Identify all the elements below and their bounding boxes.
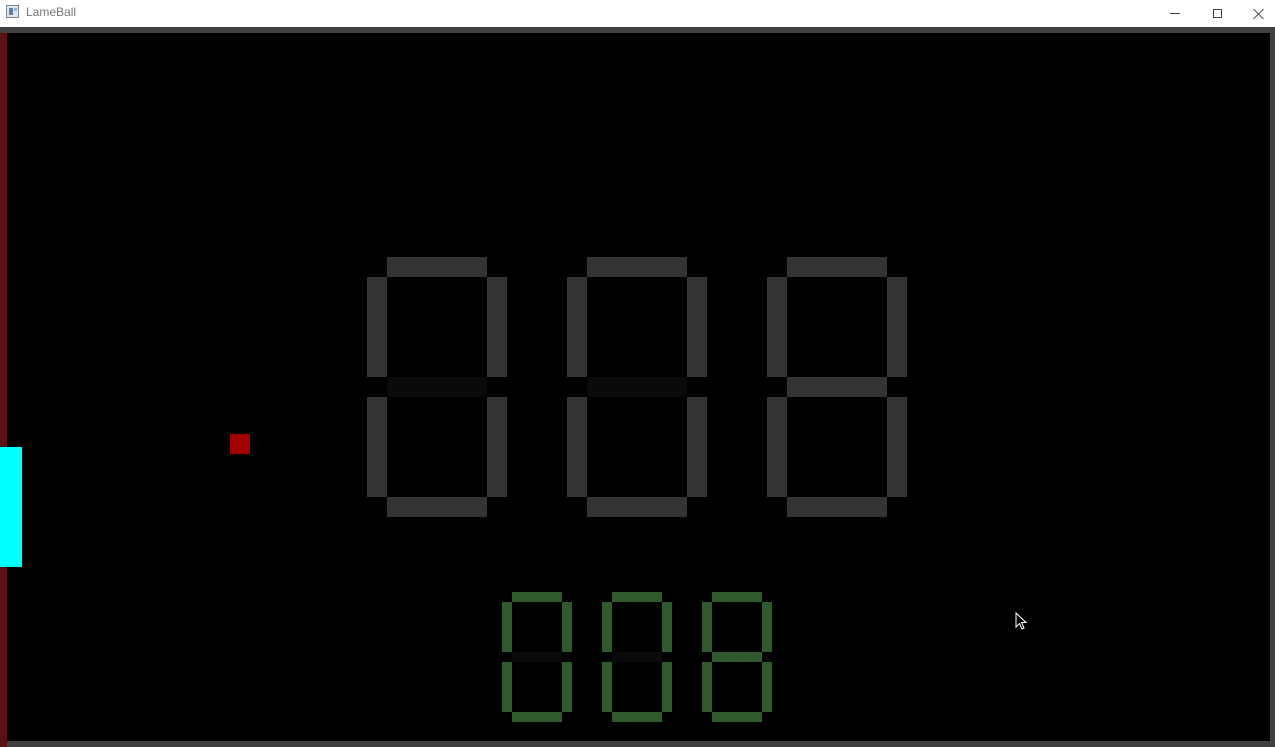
secondary-digit-3-segment-d [712,712,762,722]
window-titlebar[interactable]: LameBall [0,0,1275,27]
score-digit-2-segment-c [687,397,707,497]
player-paddle[interactable] [0,447,22,567]
score-digit-1-segment-b [487,277,507,377]
score-digit-2-segment-b [687,277,707,377]
score-digit-2-segment-f [567,277,587,377]
secondary-digit-3-segment-g [712,652,762,662]
score-digit-1-segment-a [387,257,487,277]
secondary-digit-3-segment-f [702,602,712,652]
secondary-digit-1-segment-b [562,602,572,652]
close-icon [1253,8,1265,20]
app-window-icon [6,5,19,18]
secondary-digit-3-segment-c [762,662,772,712]
secondary-digit-2-segment-a [612,592,662,602]
score-digit-2-segment-a [587,257,687,277]
score-digit-1-segment-f [367,277,387,377]
minimize-icon [1170,13,1180,14]
secondary-digit-2-segment-b [662,602,672,652]
secondary-digit-1-segment-a [512,592,562,602]
secondary-digit-1-segment-d [512,712,562,722]
score-digit-3-segment-c [887,397,907,497]
score-digit-2-segment-d [587,497,687,517]
secondary-digit-1-segment-c [562,662,572,712]
secondary-digit-2-segment-e [602,662,612,712]
secondary-digit-1-segment-g [512,652,562,662]
score-digit-2-segment-g [587,377,687,397]
window-title: LameBall [26,5,77,19]
secondary-digit-2-segment-c [662,662,672,712]
secondary-digit-3-segment-a [712,592,762,602]
ball [230,434,250,454]
score-digit-3-segment-e [767,397,787,497]
mouse-cursor-icon [1015,612,1028,630]
secondary-digit-2-segment-f [602,602,612,652]
secondary-digit-2-segment-g [612,652,662,662]
maximize-button[interactable] [1196,0,1238,27]
close-button[interactable] [1238,0,1275,27]
score-digit-1-segment-d [387,497,487,517]
score-digit-2-segment-e [567,397,587,497]
left-wall [0,33,7,747]
secondary-digit-1-segment-e [502,662,512,712]
secondary-digit-3-segment-e [702,662,712,712]
score-digit-3-segment-d [787,497,887,517]
score-digit-1-segment-c [487,397,507,497]
secondary-digit-3-segment-b [762,602,772,652]
score-digit-3-segment-b [887,277,907,377]
secondary-digit-1-segment-f [502,602,512,652]
maximize-icon [1212,9,1222,18]
minimize-button[interactable] [1154,0,1196,27]
score-digit-3-segment-f [767,277,787,377]
score-digit-3-segment-g [787,377,887,397]
score-digit-3-segment-a [787,257,887,277]
score-digit-1-segment-e [367,397,387,497]
score-digit-1-segment-g [387,377,487,397]
secondary-digit-2-segment-d [612,712,662,722]
